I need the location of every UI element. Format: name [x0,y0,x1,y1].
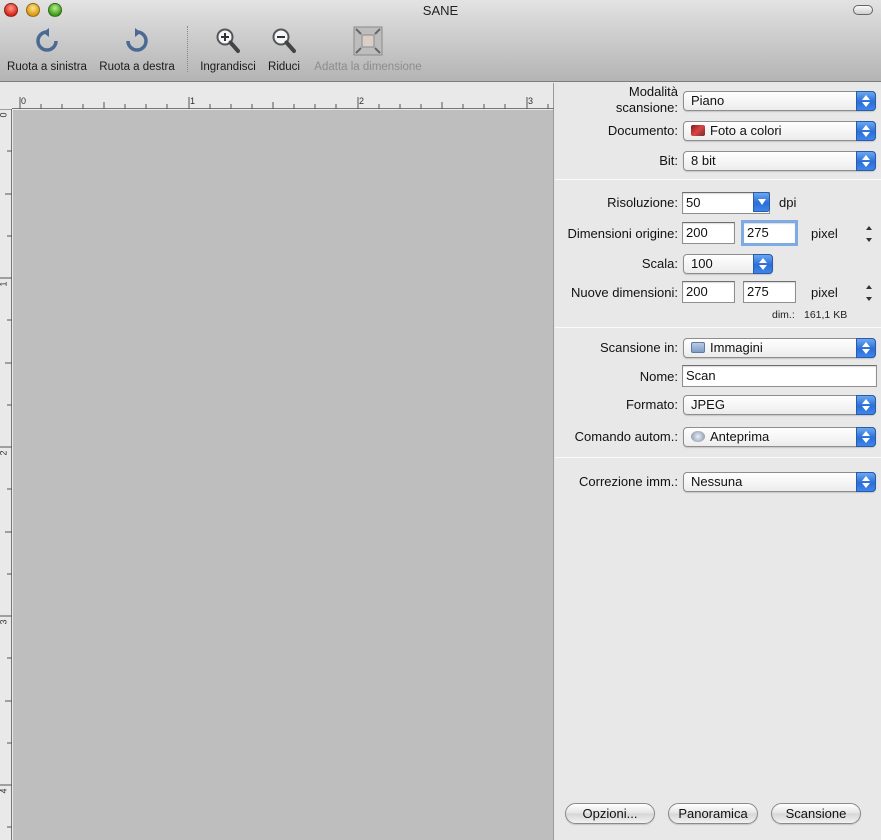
ruler-v-label: 2 [0,450,9,455]
scale-popup[interactable]: 100 [683,254,773,274]
scan-mode-popup[interactable]: Piano [683,91,876,111]
bit-label: Bit: [659,153,678,168]
rotate-right-label: Ruota a destra [99,61,175,73]
resolution-label: Risoluzione: [607,195,678,210]
section-divider [555,179,881,180]
zoom-out-icon [264,26,304,56]
folder-icon [691,342,705,353]
popup-arrows-icon [856,151,876,171]
popup-arrows-icon [856,91,876,111]
scan-preview-canvas[interactable] [13,110,553,840]
toolbar-separator [187,26,188,72]
scan-to-value: Immagini [710,340,763,355]
format-label: Formato: [625,397,678,412]
new-unit-stepper[interactable] [865,285,873,301]
window-titlebar: SANE Ruota a sinistra Ruota a destra Ing… [0,0,881,82]
auto-cmd-label: Comando autom.: [574,429,678,444]
horizontal-ruler: 0 1 2 3 [12,91,554,109]
preview-area: 0 1 2 3 0 1 2 3 4 [0,83,554,840]
fit-size-icon [309,26,427,56]
scan-button[interactable]: Scansione [771,803,861,824]
window-title: SANE [422,3,459,18]
section-divider [555,327,881,328]
scan-to-label: Scansione in: [599,340,678,355]
zoom-in-icon [196,26,260,56]
combo-arrow-icon[interactable] [753,192,770,212]
fit-size-label: Adatta la dimensione [314,61,422,73]
rotate-left-button[interactable]: Ruota a sinistra [4,26,90,73]
bit-value: 8 bit [691,153,716,168]
scan-to-popup[interactable]: Immagini [683,338,876,358]
orig-unit: pixel [811,226,838,241]
ruler-h-label: 3 [528,96,534,106]
zoom-out-label: Riduci [268,61,300,73]
bit-popup[interactable]: 8 bit [683,151,876,171]
resolution-unit: dpi [779,195,797,210]
scan-mode-label-line1: Modalità [628,84,678,99]
ruler-h-label: 0 [21,96,27,106]
options-button[interactable]: Opzioni... [565,803,655,824]
zoom-out-button[interactable]: Riduci [264,26,304,73]
new-size-label: Nuove dimensioni: [571,285,678,300]
new-unit: pixel [811,285,838,300]
ruler-v-label: 1 [0,281,9,286]
popup-arrows-icon [856,472,876,492]
rotate-left-label: Ruota a sinistra [7,61,87,73]
popup-arrows-icon [856,121,876,141]
scan-mode-label-line2: scansione: [615,100,678,115]
orig-size-label: Dimensioni origine: [567,226,678,241]
name-field[interactable]: Scan [682,365,877,387]
popup-arrows-icon [753,254,773,274]
photo-icon [691,125,705,136]
document-label: Documento: [607,123,678,138]
scale-label: Scala: [641,256,678,271]
size-info-value: 161,1 KB [804,309,848,321]
scan-mode-label: Modalità scansione: [616,84,678,116]
zoom-in-button[interactable]: Ingrandisci [196,26,260,73]
orig-unit-stepper[interactable] [865,226,873,242]
ruler-h-label: 2 [359,96,365,106]
document-popup[interactable]: Foto a colori [683,121,876,141]
ruler-v-label: 4 [0,788,9,793]
scan-mode-value: Piano [691,93,725,108]
fit-size-button[interactable]: Adatta la dimensione [309,26,427,73]
overview-button[interactable]: Panoramica [668,803,758,824]
format-popup[interactable]: JPEG [683,395,876,415]
name-label: Nome: [639,369,678,384]
resolution-combo[interactable]: 50 [682,192,770,214]
zoom-in-label: Ingrandisci [200,61,256,73]
ruler-v-label: 3 [0,619,9,624]
rotate-right-icon [96,26,178,56]
settings-panel: Modalità scansione: Piano Documento: Fot… [555,83,881,840]
popup-arrows-icon [856,427,876,447]
vertical-ruler: 0 1 2 3 4 [0,109,12,840]
auto-cmd-popup[interactable]: Anteprima [683,427,876,447]
preview-app-icon [691,431,705,442]
scale-value: 100 [691,256,713,271]
orig-height-field[interactable]: 275 [741,220,798,246]
orig-width-field[interactable]: 200 [682,222,735,244]
section-divider [555,457,881,458]
ruler-v-label: 0 [0,112,9,117]
correction-value: Nessuna [691,474,743,489]
new-width-field[interactable]: 200 [682,281,735,303]
correction-label: Correzione imm.: [579,474,678,489]
popup-arrows-icon [856,338,876,358]
size-info-label: dim.: [772,309,795,321]
resolution-value: 50 [686,195,701,210]
toolbar-toggle-button[interactable] [853,5,873,15]
popup-arrows-icon [856,395,876,415]
rotate-left-icon [4,26,90,56]
correction-popup[interactable]: Nessuna [683,472,876,492]
auto-cmd-value: Anteprima [710,429,770,444]
document-value: Foto a colori [710,123,782,138]
rotate-right-button[interactable]: Ruota a destra [96,26,178,73]
format-value: JPEG [691,397,725,412]
new-height-field[interactable]: 275 [743,281,796,303]
ruler-h-label: 1 [190,96,196,106]
